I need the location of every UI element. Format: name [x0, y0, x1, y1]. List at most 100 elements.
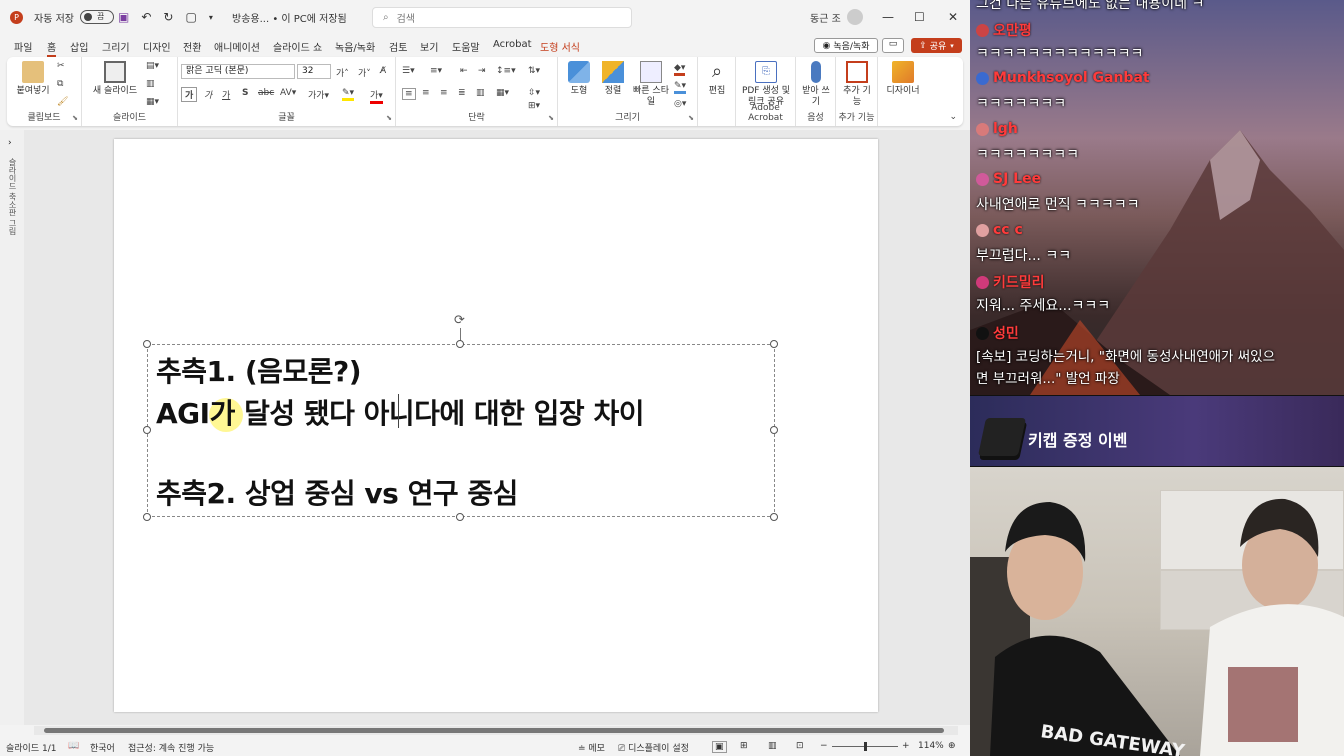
paste-button[interactable]: 붙여넣기	[13, 61, 53, 97]
editing-button[interactable]: ⌕ 편집	[702, 61, 732, 97]
horizontal-scrollbar[interactable]	[34, 726, 958, 735]
scrollbar-thumb[interactable]	[44, 728, 944, 733]
format-painter-icon[interactable]: 🖌	[57, 97, 68, 107]
present-icon[interactable]: ▢	[185, 10, 196, 24]
share-button[interactable]: ⇪ 공유 ▾	[911, 38, 962, 53]
align-text-icon[interactable]: ⇳▾	[528, 88, 540, 98]
tab-help[interactable]: 도움말	[452, 39, 480, 54]
shape-outline-icon[interactable]: ✎▾	[674, 81, 687, 94]
dialog-launcher-icon[interactable]: ⬊	[72, 114, 78, 122]
zoom-level[interactable]: 114%	[918, 741, 944, 751]
chevron-right-icon[interactable]: ›	[8, 138, 12, 148]
tab-review[interactable]: 검토	[389, 39, 407, 54]
resize-handle[interactable]	[770, 340, 778, 348]
shape-fill-icon[interactable]: ◆▾	[674, 63, 686, 76]
clear-format-icon[interactable]: A̸	[380, 66, 386, 76]
slide-text-line[interactable]: 추측2. 상업 중심 vs 연구 중심	[156, 472, 518, 512]
layout-icon[interactable]: ▤▾	[146, 61, 159, 71]
new-slide-button[interactable]: 새 슬라이드	[90, 61, 140, 97]
fit-slide-icon[interactable]: ⊕	[948, 741, 956, 751]
language[interactable]: 한국어	[90, 741, 115, 754]
dialog-launcher-icon[interactable]: ⬊	[548, 114, 554, 122]
comments-button[interactable]: ▭	[882, 38, 904, 53]
resize-handle[interactable]	[143, 513, 151, 521]
quick-styles-button[interactable]: 빠른 스타일	[632, 61, 670, 108]
italic-button[interactable]: 가	[204, 88, 212, 101]
create-pdf-button[interactable]: ⎘ PDF 생성 및 링크 공유	[738, 61, 794, 108]
bold-button[interactable]: 가	[181, 87, 198, 102]
collapse-ribbon-icon[interactable]: ⌄	[949, 112, 957, 122]
search-box[interactable]: ⌕ 검색	[372, 7, 632, 28]
autosave[interactable]: 자동 저장 끔	[34, 0, 114, 34]
font-color-icon[interactable]: 가▾	[370, 88, 383, 104]
maximize-icon[interactable]: ☐	[914, 10, 925, 24]
slide-sorter-icon[interactable]: ⊞	[740, 741, 748, 751]
resize-handle[interactable]	[770, 426, 778, 434]
autosave-toggle[interactable]: 끔	[79, 10, 114, 24]
align-right-icon[interactable]: ≡	[440, 88, 448, 98]
customize-qat-icon[interactable]: ▾	[209, 13, 213, 22]
reading-view-icon[interactable]: ▥	[768, 741, 777, 751]
shape-effects-icon[interactable]: ◎▾	[674, 99, 686, 109]
dialog-launcher-icon[interactable]: ⬊	[386, 114, 392, 122]
normal-view-icon[interactable]: ▣	[712, 741, 727, 753]
increase-indent-icon[interactable]: ⇥	[478, 66, 486, 76]
addins-button[interactable]: 추가 기능	[840, 61, 874, 108]
tab-home[interactable]: 홈	[47, 39, 57, 57]
distributed-icon[interactable]: ▥	[476, 88, 485, 98]
display-settings-button[interactable]: ⎚ 디스플레이 설정	[618, 741, 689, 754]
text-direction-icon[interactable]: ⇅▾	[528, 66, 540, 76]
tab-file[interactable]: 파일	[14, 39, 32, 54]
accessibility-status[interactable]: 접근성: 계속 진행 가능	[128, 741, 214, 754]
font-size-select[interactable]: 32	[297, 64, 331, 79]
decrease-font-icon[interactable]: 가˅	[358, 66, 371, 79]
columns-icon[interactable]: ▦▾	[496, 88, 509, 98]
slide-text-line[interactable]: AGI가 달성 됐다 아니다에 대한 입장 차이	[156, 392, 644, 432]
underline-button[interactable]: 가	[222, 88, 230, 101]
undo-icon[interactable]: ↶	[141, 10, 151, 24]
align-center-icon[interactable]: ≡	[422, 88, 430, 98]
increase-font-icon[interactable]: 가˄	[336, 66, 349, 79]
zoom-slider-thumb[interactable]	[864, 742, 867, 751]
tab-slideshow[interactable]: 슬라이드 쇼	[273, 39, 322, 54]
record-button[interactable]: ◉ 녹음/녹화	[814, 38, 878, 53]
tab-record[interactable]: 녹음/녹화	[335, 39, 375, 54]
tab-acrobat[interactable]: Acrobat	[493, 39, 532, 50]
rotate-handle-icon[interactable]: ⟳	[454, 313, 465, 328]
cut-icon[interactable]: ✂	[57, 61, 65, 71]
resize-handle[interactable]	[770, 513, 778, 521]
close-icon[interactable]: ✕	[948, 10, 958, 24]
tab-shape-format[interactable]: 도형 서식	[540, 39, 580, 54]
tab-animations[interactable]: 애니메이션	[214, 39, 260, 54]
change-case-icon[interactable]: 가가▾	[308, 88, 329, 101]
tab-design[interactable]: 디자인	[143, 39, 171, 54]
redo-icon[interactable]: ↻	[163, 10, 173, 24]
tab-draw[interactable]: 그리기	[102, 39, 130, 54]
resize-handle[interactable]	[143, 340, 151, 348]
highlight-icon[interactable]: ✎▾	[342, 88, 355, 101]
spellcheck-icon[interactable]: 📖	[68, 741, 79, 751]
dialog-launcher-icon[interactable]: ⬊	[688, 114, 694, 122]
tab-transitions[interactable]: 전환	[183, 39, 201, 54]
justify-icon[interactable]: ≣	[458, 88, 466, 98]
resize-handle[interactable]	[143, 426, 151, 434]
section-icon[interactable]: ▦▾	[146, 97, 159, 107]
zoom-in-icon[interactable]: +	[902, 741, 910, 751]
slideshow-icon[interactable]: ⊡	[796, 741, 804, 751]
spacing-icon[interactable]: AV▾	[280, 88, 296, 98]
minimize-icon[interactable]: —	[882, 10, 894, 24]
bullets-icon[interactable]: ☰▾	[402, 66, 415, 76]
numbering-icon[interactable]: ≡▾	[430, 66, 442, 76]
tab-insert[interactable]: 삽입	[70, 39, 88, 54]
notes-button[interactable]: ≐ 메모	[578, 741, 605, 754]
line-spacing-icon[interactable]: ↕≡▾	[496, 66, 516, 76]
zoom-out-icon[interactable]: −	[820, 741, 828, 751]
reset-icon[interactable]: ▥	[146, 79, 155, 89]
save-icon[interactable]: ▣	[118, 10, 129, 24]
shadow-button[interactable]: S	[242, 88, 248, 98]
strikethrough-button[interactable]: abc	[258, 88, 274, 98]
resize-handle[interactable]	[456, 513, 464, 521]
dictate-button[interactable]: 받아 쓰기	[800, 61, 832, 108]
tab-view[interactable]: 보기	[420, 39, 438, 54]
document-title[interactable]: 방송용... • 이 PC에 저장됨	[232, 0, 347, 34]
